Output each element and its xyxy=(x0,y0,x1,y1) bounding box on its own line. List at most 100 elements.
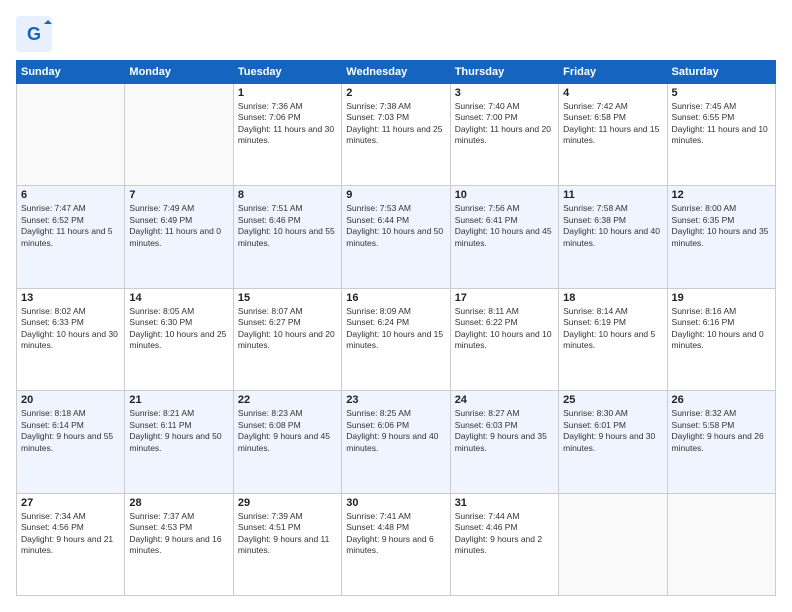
logo-icon: G xyxy=(16,16,52,52)
day-number: 3 xyxy=(455,87,554,99)
col-header-saturday: Saturday xyxy=(667,61,775,84)
day-number: 24 xyxy=(455,394,554,406)
day-number: 12 xyxy=(672,189,771,201)
day-number: 15 xyxy=(238,292,337,304)
day-info: Sunrise: 8:30 AM Sunset: 6:01 PM Dayligh… xyxy=(563,408,662,454)
day-info: Sunrise: 8:18 AM Sunset: 6:14 PM Dayligh… xyxy=(21,408,120,454)
logo: G xyxy=(16,16,56,52)
day-info: Sunrise: 8:09 AM Sunset: 6:24 PM Dayligh… xyxy=(346,306,445,352)
table-row: 12 Sunrise: 8:00 AM Sunset: 6:35 PM Dayli… xyxy=(667,186,775,288)
col-header-monday: Monday xyxy=(125,61,233,84)
day-info: Sunrise: 8:05 AM Sunset: 6:30 PM Dayligh… xyxy=(129,306,228,352)
day-info: Sunrise: 8:21 AM Sunset: 6:11 PM Dayligh… xyxy=(129,408,228,454)
day-info: Sunrise: 7:39 AM Sunset: 4:51 PM Dayligh… xyxy=(238,511,337,557)
day-info: Sunrise: 7:45 AM Sunset: 6:55 PM Dayligh… xyxy=(672,101,771,147)
day-info: Sunrise: 8:16 AM Sunset: 6:16 PM Dayligh… xyxy=(672,306,771,352)
day-number: 10 xyxy=(455,189,554,201)
day-number: 6 xyxy=(21,189,120,201)
day-number: 28 xyxy=(129,497,228,509)
table-row: 9 Sunrise: 7:53 AM Sunset: 6:44 PM Daylig… xyxy=(342,186,450,288)
day-info: Sunrise: 7:37 AM Sunset: 4:53 PM Dayligh… xyxy=(129,511,228,557)
day-number: 26 xyxy=(672,394,771,406)
day-info: Sunrise: 8:23 AM Sunset: 6:08 PM Dayligh… xyxy=(238,408,337,454)
col-header-wednesday: Wednesday xyxy=(342,61,450,84)
col-header-tuesday: Tuesday xyxy=(233,61,341,84)
day-info: Sunrise: 7:41 AM Sunset: 4:48 PM Dayligh… xyxy=(346,511,445,557)
day-number: 9 xyxy=(346,189,445,201)
day-info: Sunrise: 7:42 AM Sunset: 6:58 PM Dayligh… xyxy=(563,101,662,147)
day-info: Sunrise: 8:27 AM Sunset: 6:03 PM Dayligh… xyxy=(455,408,554,454)
col-header-friday: Friday xyxy=(559,61,667,84)
table-row: 21 Sunrise: 8:21 AM Sunset: 6:11 PM Dayli… xyxy=(125,391,233,493)
day-info: Sunrise: 7:44 AM Sunset: 4:46 PM Dayligh… xyxy=(455,511,554,557)
table-row: 1Sunrise: 7:36 AM Sunset: 7:06 PM Daylig… xyxy=(233,84,341,186)
table-row: 15 Sunrise: 8:07 AM Sunset: 6:27 PM Dayli… xyxy=(233,288,341,390)
col-header-thursday: Thursday xyxy=(450,61,558,84)
day-number: 20 xyxy=(21,394,120,406)
day-info: Sunrise: 7:51 AM Sunset: 6:46 PM Dayligh… xyxy=(238,203,337,249)
table-row: 14 Sunrise: 8:05 AM Sunset: 6:30 PM Dayli… xyxy=(125,288,233,390)
table-row: 31 Sunrise: 7:44 AM Sunset: 4:46 PM Dayli… xyxy=(450,493,558,595)
table-row: 25 Sunrise: 8:30 AM Sunset: 6:01 PM Dayli… xyxy=(559,391,667,493)
day-info: Sunrise: 7:58 AM Sunset: 6:38 PM Dayligh… xyxy=(563,203,662,249)
day-number: 16 xyxy=(346,292,445,304)
table-row: 11 Sunrise: 7:58 AM Sunset: 6:38 PM Dayli… xyxy=(559,186,667,288)
table-row xyxy=(667,493,775,595)
day-info: Sunrise: 7:38 AM Sunset: 7:03 PM Dayligh… xyxy=(346,101,445,147)
day-number: 5 xyxy=(672,87,771,99)
table-row xyxy=(559,493,667,595)
day-info: Sunrise: 7:40 AM Sunset: 7:00 PM Dayligh… xyxy=(455,101,554,147)
table-row: 7 Sunrise: 7:49 AM Sunset: 6:49 PM Daylig… xyxy=(125,186,233,288)
table-row: 26 Sunrise: 8:32 AM Sunset: 5:58 PM Dayli… xyxy=(667,391,775,493)
day-number: 13 xyxy=(21,292,120,304)
day-number: 2 xyxy=(346,87,445,99)
table-row: 8Sunrise: 7:51 AM Sunset: 6:46 PM Daylig… xyxy=(233,186,341,288)
table-row xyxy=(17,84,125,186)
table-row: 20 Sunrise: 8:18 AM Sunset: 6:14 PM Dayli… xyxy=(17,391,125,493)
day-number: 22 xyxy=(238,394,337,406)
table-row: 30 Sunrise: 7:41 AM Sunset: 4:48 PM Dayli… xyxy=(342,493,450,595)
day-info: Sunrise: 7:49 AM Sunset: 6:49 PM Dayligh… xyxy=(129,203,228,249)
table-row: 6 Sunrise: 7:47 AM Sunset: 6:52 PM Daylig… xyxy=(17,186,125,288)
calendar-header: SundayMondayTuesdayWednesdayThursdayFrid… xyxy=(17,61,776,84)
table-row: 27Sunrise: 7:34 AM Sunset: 4:56 PM Dayli… xyxy=(17,493,125,595)
table-row: 28 Sunrise: 7:37 AM Sunset: 4:53 PM Dayli… xyxy=(125,493,233,595)
day-info: Sunrise: 8:25 AM Sunset: 6:06 PM Dayligh… xyxy=(346,408,445,454)
day-info: Sunrise: 7:36 AM Sunset: 7:06 PM Dayligh… xyxy=(238,101,337,147)
day-info: Sunrise: 7:56 AM Sunset: 6:41 PM Dayligh… xyxy=(455,203,554,249)
day-number: 21 xyxy=(129,394,228,406)
table-row: 4 Sunrise: 7:42 AM Sunset: 6:58 PM Daylig… xyxy=(559,84,667,186)
day-number: 29 xyxy=(238,497,337,509)
day-number: 14 xyxy=(129,292,228,304)
day-info: Sunrise: 8:11 AM Sunset: 6:22 PM Dayligh… xyxy=(455,306,554,352)
table-row: 16 Sunrise: 8:09 AM Sunset: 6:24 PM Dayli… xyxy=(342,288,450,390)
day-info: Sunrise: 8:14 AM Sunset: 6:19 PM Dayligh… xyxy=(563,306,662,352)
day-number: 25 xyxy=(563,394,662,406)
table-row: 24 Sunrise: 8:27 AM Sunset: 6:03 PM Dayli… xyxy=(450,391,558,493)
day-number: 23 xyxy=(346,394,445,406)
day-number: 30 xyxy=(346,497,445,509)
col-header-sunday: Sunday xyxy=(17,61,125,84)
table-row: 5 Sunrise: 7:45 AM Sunset: 6:55 PM Daylig… xyxy=(667,84,775,186)
table-row: 23 Sunrise: 8:25 AM Sunset: 6:06 PM Dayli… xyxy=(342,391,450,493)
day-info: Sunrise: 8:02 AM Sunset: 6:33 PM Dayligh… xyxy=(21,306,120,352)
table-row: 2 Sunrise: 7:38 AM Sunset: 7:03 PM Daylig… xyxy=(342,84,450,186)
day-info: Sunrise: 8:00 AM Sunset: 6:35 PM Dayligh… xyxy=(672,203,771,249)
day-info: Sunrise: 7:34 AM Sunset: 4:56 PM Dayligh… xyxy=(21,511,120,557)
table-row: 3 Sunrise: 7:40 AM Sunset: 7:00 PM Daylig… xyxy=(450,84,558,186)
svg-text:G: G xyxy=(27,24,41,44)
table-row: 29 Sunrise: 7:39 AM Sunset: 4:51 PM Dayli… xyxy=(233,493,341,595)
table-row: 18Sunrise: 8:14 AM Sunset: 6:19 PM Dayli… xyxy=(559,288,667,390)
day-number: 7 xyxy=(129,189,228,201)
day-number: 11 xyxy=(563,189,662,201)
calendar-table: SundayMondayTuesdayWednesdayThursdayFrid… xyxy=(16,60,776,596)
day-info: Sunrise: 7:53 AM Sunset: 6:44 PM Dayligh… xyxy=(346,203,445,249)
day-info: Sunrise: 8:07 AM Sunset: 6:27 PM Dayligh… xyxy=(238,306,337,352)
table-row: 10 Sunrise: 7:56 AM Sunset: 6:41 PM Dayli… xyxy=(450,186,558,288)
day-number: 4 xyxy=(563,87,662,99)
day-info: Sunrise: 8:32 AM Sunset: 5:58 PM Dayligh… xyxy=(672,408,771,454)
day-info: Sunrise: 7:47 AM Sunset: 6:52 PM Dayligh… xyxy=(21,203,120,249)
table-row: 22 Sunrise: 8:23 AM Sunset: 6:08 PM Dayli… xyxy=(233,391,341,493)
day-number: 31 xyxy=(455,497,554,509)
table-row xyxy=(125,84,233,186)
